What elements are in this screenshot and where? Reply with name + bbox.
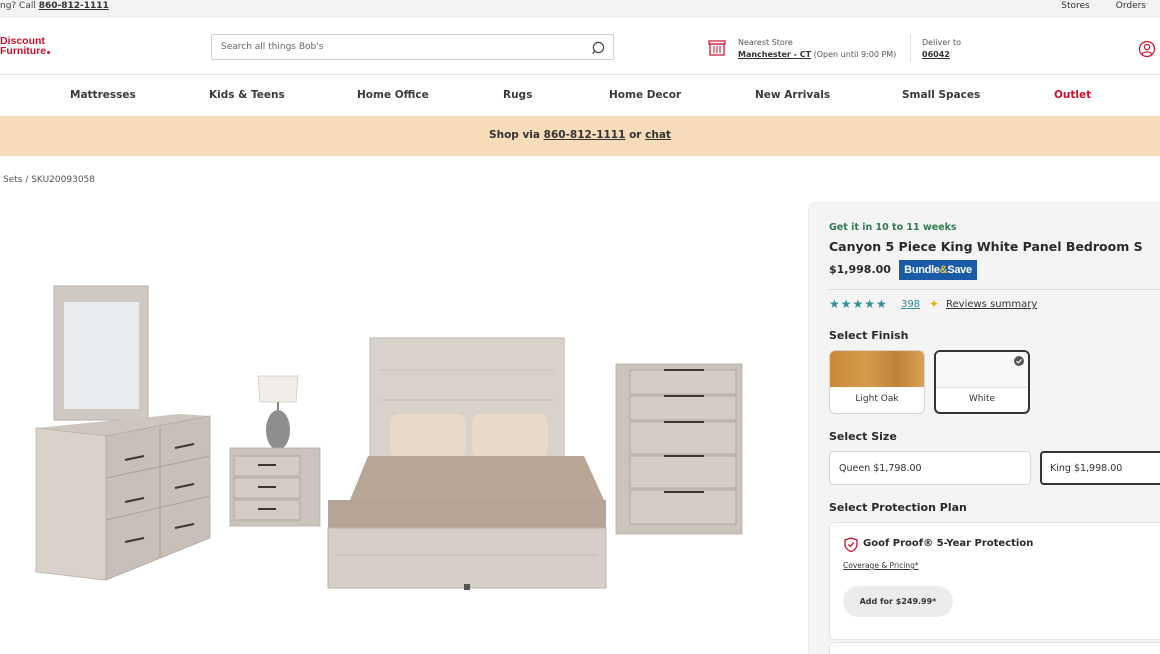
store-name-link[interactable]: Manchester - CT <box>738 50 811 59</box>
nightstand <box>229 447 321 527</box>
bundle-save-badge[interactable]: Bundle&Save <box>899 260 977 280</box>
nav-item-home-decor[interactable]: Home Decor <box>609 89 681 101</box>
shield-icon <box>844 537 858 552</box>
nav-item-rugs[interactable]: Rugs <box>503 89 532 101</box>
delivery-estimate: Get it in 10 to 11 weeks <box>829 222 957 233</box>
divider <box>829 289 1160 290</box>
product-title: Canyon 5 Piece King White Panel Bedroom … <box>829 239 1143 254</box>
finish-swatch <box>830 351 924 387</box>
search-input[interactable]: Search all things Bob's <box>211 34 614 60</box>
nav-item-outlet[interactable]: Outlet <box>1054 89 1091 101</box>
select-finish-label: Select Finish <box>829 329 909 342</box>
size-option-queen[interactable]: Queen $1,798.00 <box>829 451 1031 485</box>
promo-banner: Shop via 860-812-1111 or chat <box>0 116 1160 156</box>
product-image[interactable] <box>20 270 760 615</box>
search-icon[interactable] <box>590 39 607 56</box>
size-label: King $1,998.00 <box>1050 463 1123 474</box>
finish-label: Light Oak <box>855 394 899 404</box>
lamp <box>257 375 299 450</box>
size-label: Queen $1,798.00 <box>839 463 922 474</box>
banner-phone-link[interactable]: 860-812-1111 <box>544 129 626 141</box>
nav-item-kids-teens[interactable]: Kids & Teens <box>209 89 285 101</box>
nearest-store-label: Nearest Store <box>738 38 793 47</box>
utility-phone-link[interactable]: 860-812-1111 <box>39 1 109 11</box>
bundle-part1: Bundle <box>904 264 940 276</box>
store-icon <box>708 40 726 56</box>
product-price: $1,998.00 <box>829 263 891 276</box>
deliver-to: Deliver to 06042 <box>922 37 961 61</box>
protection-plan-card[interactable]: Goof Proof® 5-Year Protection Coverage &… <box>829 522 1160 640</box>
bed <box>327 337 607 590</box>
call-text: ng? Call 860-812-1111 <box>0 1 109 11</box>
size-option-king[interactable]: King $1,998.00 <box>1040 451 1160 485</box>
breadcrumb[interactable]: Sets / SKU20093058 <box>3 175 95 185</box>
rating-stars[interactable]: ★★★★★ <box>829 297 888 311</box>
protection-name: Goof Proof® 5-Year Protection <box>863 538 1034 549</box>
main-nav: Mattresses Kids & Teens Home Office Rugs… <box>0 76 1160 116</box>
nav-item-new-arrivals[interactable]: New Arrivals <box>755 89 830 101</box>
orders-link[interactable]: Orders <box>1116 1 1146 11</box>
dresser <box>35 414 211 581</box>
banner-prefix: Shop via <box>489 129 540 141</box>
protection-plan-card-next[interactable] <box>829 642 1160 654</box>
review-count-link[interactable]: 398 <box>901 299 920 310</box>
utility-bar: ng? Call 860-812-1111 Stores Orders <box>0 0 1160 18</box>
banner-or: or <box>629 129 642 141</box>
header-divider <box>910 34 911 62</box>
logo-dot <box>47 51 51 54</box>
select-protection-label: Select Protection Plan <box>829 501 967 514</box>
mirror <box>53 285 149 421</box>
stores-link[interactable]: Stores <box>1061 1 1089 11</box>
bundle-part2: Save <box>947 264 972 276</box>
check-icon <box>1013 355 1025 367</box>
finish-label: White <box>968 394 996 404</box>
store-hours: (Open until 9:00 PM) <box>813 50 897 59</box>
sparkle-icon: ✦ <box>929 297 940 311</box>
logo-line-2: Furniture <box>0 45 47 57</box>
nearest-store: Nearest Store Manchester - CT (Open unti… <box>738 37 896 61</box>
header: Discount Furniture Search all things Bob… <box>0 18 1160 75</box>
deliver-label: Deliver to <box>922 38 962 47</box>
chest <box>615 363 743 535</box>
select-size-label: Select Size <box>829 430 897 443</box>
logo[interactable]: Discount Furniture <box>0 36 51 57</box>
zip-link[interactable]: 06042 <box>922 49 961 61</box>
account-icon[interactable] <box>1138 40 1156 58</box>
finish-option-white[interactable]: White <box>934 350 1030 414</box>
nav-item-mattresses[interactable]: Mattresses <box>70 89 136 101</box>
add-protection-button[interactable]: Add for $249.99* <box>843 586 953 617</box>
banner-chat-link[interactable]: chat <box>645 129 671 141</box>
finish-option-light-oak[interactable]: Light Oak <box>829 350 925 414</box>
reviews-summary-link[interactable]: Reviews summary <box>946 299 1037 310</box>
search-placeholder: Search all things Bob's <box>221 42 324 52</box>
call-prefix: ng? Call <box>0 1 36 11</box>
coverage-pricing-link[interactable]: Coverage & Pricing* <box>843 561 919 570</box>
nav-item-home-office[interactable]: Home Office <box>357 89 429 101</box>
nav-item-small-spaces[interactable]: Small Spaces <box>902 89 980 101</box>
